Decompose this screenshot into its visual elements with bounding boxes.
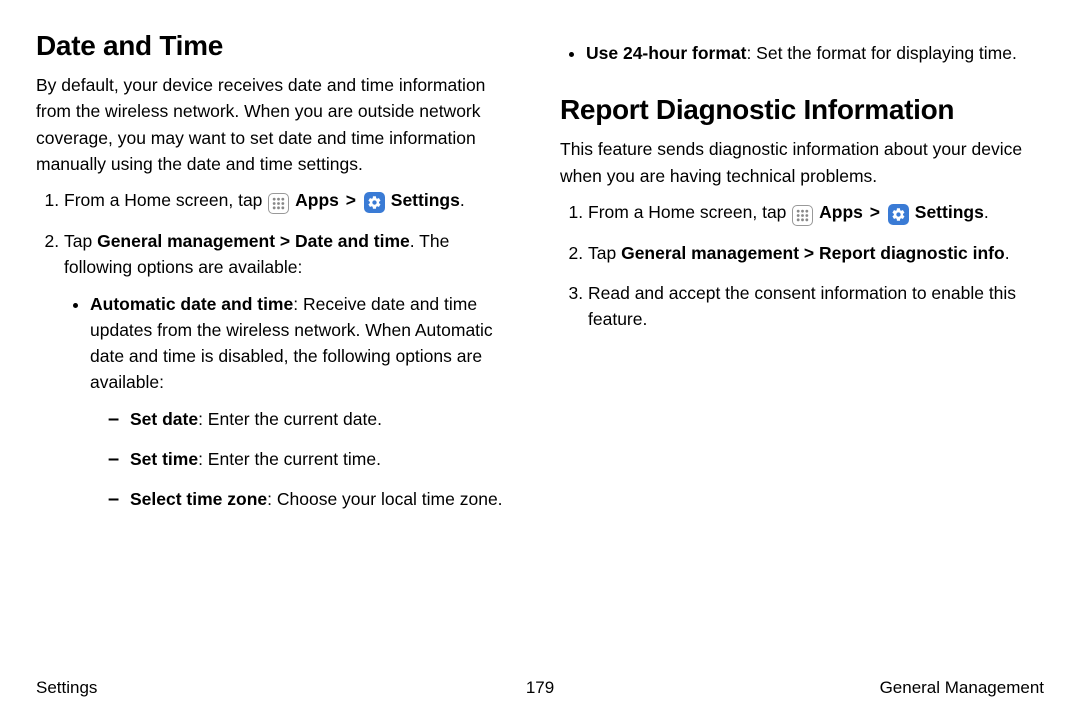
option-auto: Automatic date and time: Receive date an… [90, 291, 520, 513]
apps-label: Apps [819, 202, 863, 222]
step-3: Read and accept the consent information … [588, 280, 1044, 333]
heading-date-time: Date and Time [36, 30, 520, 62]
continued-options: Use 24-hour format: Set the format for d… [560, 40, 1044, 66]
option-set-time: Set time: Enter the current time. [108, 446, 520, 472]
option-24hour: Use 24-hour format: Set the format for d… [586, 40, 1044, 66]
step-2: Tap General management > Report diagnost… [588, 240, 1044, 266]
page-number: 179 [526, 678, 554, 698]
suboptions-list: Set date: Enter the current date. Set ti… [90, 406, 520, 513]
footer-right: General Management [880, 678, 1044, 698]
option-select-tz: Select time zone: Choose your local time… [108, 486, 520, 512]
settings-label: Settings [391, 190, 460, 210]
chevron-icon: > [870, 202, 880, 222]
intro-report-diagnostic: This feature sends diagnostic informatio… [560, 136, 1044, 189]
step-1: From a Home screen, tap Apps > Settings. [64, 187, 520, 214]
step-1: From a Home screen, tap Apps > Settings. [588, 199, 1044, 226]
settings-icon [888, 204, 909, 225]
settings-label: Settings [915, 202, 984, 222]
steps-report-diagnostic: From a Home screen, tap Apps > Settings.… [560, 199, 1044, 333]
settings-icon [364, 192, 385, 213]
left-column: Date and Time By default, your device re… [36, 30, 520, 526]
heading-report-diagnostic: Report Diagnostic Information [560, 94, 1044, 126]
intro-date-time: By default, your device receives date an… [36, 72, 520, 177]
steps-date-time: From a Home screen, tap Apps > Settings.… [36, 187, 520, 512]
chevron-icon: > [346, 190, 356, 210]
apps-icon [268, 193, 289, 214]
options-list: Automatic date and time: Receive date an… [64, 291, 520, 513]
apps-icon [792, 205, 813, 226]
step-2: Tap General management > Date and time. … [64, 228, 520, 512]
apps-label: Apps [295, 190, 339, 210]
footer-left: Settings [36, 678, 97, 698]
option-set-date: Set date: Enter the current date. [108, 406, 520, 432]
right-column: Use 24-hour format: Set the format for d… [560, 30, 1044, 526]
page-footer: Settings 179 General Management [36, 678, 1044, 698]
